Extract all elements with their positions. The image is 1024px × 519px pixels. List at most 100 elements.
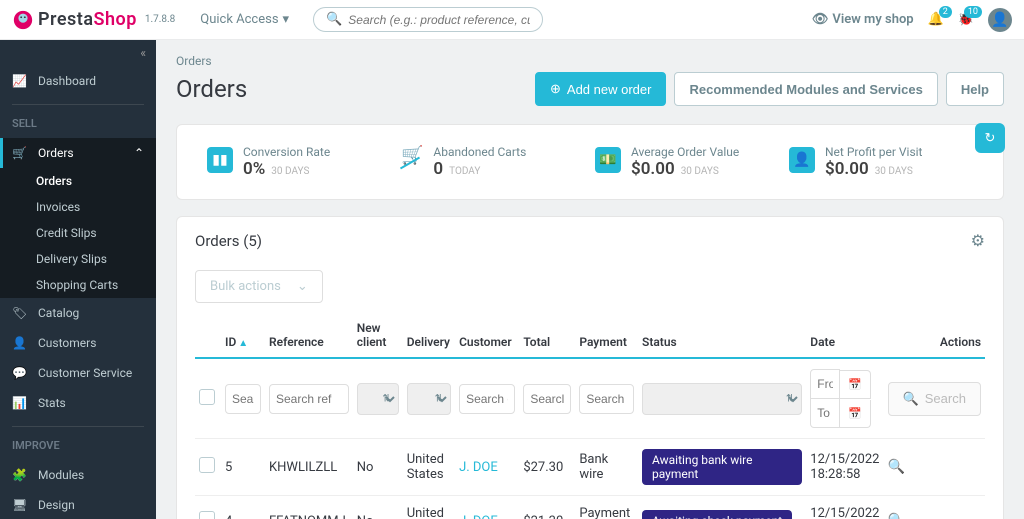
filter-id[interactable] xyxy=(225,384,261,414)
col-status[interactable]: Status xyxy=(638,313,806,358)
logo[interactable]: PrestaShop 1.7.8.8 xyxy=(12,9,175,31)
sidebar-item-customer-service[interactable]: 💬Customer Service xyxy=(0,358,156,388)
debug-badge: 10 xyxy=(964,6,982,18)
filter-customer[interactable] xyxy=(459,384,515,414)
row-checkbox[interactable] xyxy=(199,511,215,519)
user-icon: 👤 xyxy=(12,336,28,350)
cell-customer[interactable]: J. DOE xyxy=(455,439,519,496)
metric-abandoned: 🛒 Abandoned Carts0TODAY xyxy=(401,145,585,179)
breadcrumb: Orders xyxy=(176,54,1004,68)
cell-id: 4 xyxy=(221,496,265,519)
filter-delivery[interactable] xyxy=(407,383,451,415)
cell-date: 12/15/2022 18:28:58 xyxy=(806,439,883,496)
calendar-icon[interactable]: 📅 xyxy=(840,400,871,428)
chevron-down-icon: ⌄ xyxy=(297,279,308,294)
search-input[interactable] xyxy=(348,13,530,27)
money-icon: 💵 xyxy=(595,147,621,173)
avatar[interactable]: 👤 xyxy=(988,8,1012,32)
col-id[interactable]: ID▲ xyxy=(221,313,265,358)
notifications-icon[interactable]: 🔔2 xyxy=(928,12,944,27)
filter-date-to[interactable] xyxy=(810,399,840,428)
cell-ref: KHWLILZLL xyxy=(265,439,353,496)
puzzle-icon: 🧩 xyxy=(12,468,28,482)
sidebar-item-customers[interactable]: 👤Customers xyxy=(0,328,156,358)
page-header: Orders Orders ⊕Add new order Recommended… xyxy=(156,40,1024,108)
col-ref[interactable]: Reference xyxy=(265,313,353,358)
col-date[interactable]: Date xyxy=(806,313,883,358)
quick-access[interactable]: Quick Access ▾ xyxy=(200,12,289,27)
cart-strike-icon: 🛒 xyxy=(401,145,423,179)
sort-asc-icon: ▲ xyxy=(238,338,248,349)
sidebar-sub-credit-slips[interactable]: Credit Slips xyxy=(0,220,156,246)
search-icon: 🔍 xyxy=(326,12,342,27)
sidebar-item-orders[interactable]: 🛒Orders⌃ xyxy=(0,138,156,168)
sidebar-item-design[interactable]: 🖥Design xyxy=(0,490,156,519)
filter-payment[interactable] xyxy=(579,384,634,414)
search-icon: 🔍 xyxy=(903,391,919,407)
refresh-button[interactable]: ↻ xyxy=(975,123,1005,153)
col-total[interactable]: Total xyxy=(519,313,575,358)
sidebar-sub-shopping-carts[interactable]: Shopping Carts xyxy=(0,272,156,298)
sidebar-sub-invoices[interactable]: Invoices xyxy=(0,194,156,220)
col-new[interactable]: New client xyxy=(353,313,403,358)
monitor-icon: 🖥 xyxy=(12,498,28,512)
row-checkbox[interactable] xyxy=(199,457,215,473)
col-delivery[interactable]: Delivery xyxy=(403,313,455,358)
col-customer[interactable]: Customer xyxy=(455,313,519,358)
cell-ref: FFATNOMMJ xyxy=(265,496,353,519)
notif-badge: 2 xyxy=(939,6,952,18)
col-payment[interactable]: Payment xyxy=(575,313,638,358)
view-shop-link[interactable]: 👁 View my shop xyxy=(812,12,914,27)
filter-date-from[interactable] xyxy=(810,369,840,399)
orders-count-title: Orders (5) xyxy=(195,232,262,250)
add-new-order-button[interactable]: ⊕Add new order xyxy=(535,72,666,106)
sidebar-item-modules[interactable]: 🧩Modules xyxy=(0,460,156,490)
collapse-sidebar[interactable]: « xyxy=(0,40,156,66)
chevron-up-icon: ⌃ xyxy=(134,146,144,160)
recommended-button[interactable]: Recommended Modules and Services xyxy=(674,72,937,106)
sidebar-item-catalog[interactable]: 🏷Catalog xyxy=(0,298,156,328)
metrics-panel: ↻ ▮▮ Conversion Rate0%30 DAYS 🛒 Abandone… xyxy=(176,124,1004,200)
eye-icon: 👁 xyxy=(812,12,829,27)
logo-text: PrestaShop xyxy=(38,9,137,30)
cell-id: 5 xyxy=(221,439,265,496)
select-all-checkbox[interactable] xyxy=(199,389,215,405)
cell-date: 12/15/2022 18:28:58 xyxy=(806,496,883,519)
view-icon[interactable]: 🔍 xyxy=(888,459,905,475)
sidebar-submenu-orders: Orders Invoices Credit Slips Delivery Sl… xyxy=(0,168,156,298)
help-button[interactable]: Help xyxy=(946,72,1004,106)
orders-table: ID▲ Reference New client Delivery Custom… xyxy=(195,313,985,519)
topbar: PrestaShop 1.7.8.8 Quick Access ▾ 🔍 👁 Vi… xyxy=(0,0,1024,40)
filter-row: 📅 📅 🔍Search xyxy=(195,358,985,439)
person-icon: 👤 xyxy=(789,147,815,173)
status-badge[interactable]: Awaiting bank wire payment xyxy=(642,449,802,485)
trending-icon: 📈 xyxy=(12,74,28,88)
cell-delivery: United States xyxy=(403,496,455,519)
cell-total: $21.30 xyxy=(519,496,575,519)
sidebar-cat-sell: SELL xyxy=(0,113,156,138)
sidebar-sub-orders[interactable]: Orders xyxy=(0,168,156,194)
filter-total[interactable] xyxy=(523,384,571,414)
search-button[interactable]: 🔍Search xyxy=(888,382,981,416)
debug-icon[interactable]: 🐞10 xyxy=(958,12,974,27)
cell-payment: Payment by check xyxy=(575,496,638,519)
cell-customer[interactable]: J. DOE xyxy=(455,496,519,519)
sidebar-cat-improve: IMPROVE xyxy=(0,435,156,460)
sidebar-item-stats[interactable]: 📊Stats xyxy=(0,388,156,418)
filter-new[interactable] xyxy=(357,383,399,415)
sidebar-sub-delivery-slips[interactable]: Delivery Slips xyxy=(0,246,156,272)
bulk-actions-button[interactable]: Bulk actions⌄ xyxy=(195,270,323,303)
calendar-icon[interactable]: 📅 xyxy=(840,370,871,399)
cell-new: No xyxy=(353,439,403,496)
table-row[interactable]: 4FFATNOMMJNoUnited StatesJ. DOE$21.30Pay… xyxy=(195,496,985,519)
cell-new: No xyxy=(353,496,403,519)
metric-avg: 💵 Average Order Value$0.0030 DAYS xyxy=(595,145,779,179)
filter-ref[interactable] xyxy=(269,384,349,414)
main-content: Orders Orders ⊕Add new order Recommended… xyxy=(156,40,1024,519)
table-row[interactable]: 5KHWLILZLLNoUnited StatesJ. DOE$27.30Ban… xyxy=(195,439,985,496)
gear-icon[interactable]: ⚙ xyxy=(971,231,985,250)
filter-status[interactable] xyxy=(642,383,802,415)
status-badge[interactable]: Awaiting check payment xyxy=(642,510,792,519)
view-icon[interactable]: 🔍 xyxy=(888,513,905,519)
sidebar-item-dashboard[interactable]: 📈Dashboard xyxy=(0,66,156,96)
